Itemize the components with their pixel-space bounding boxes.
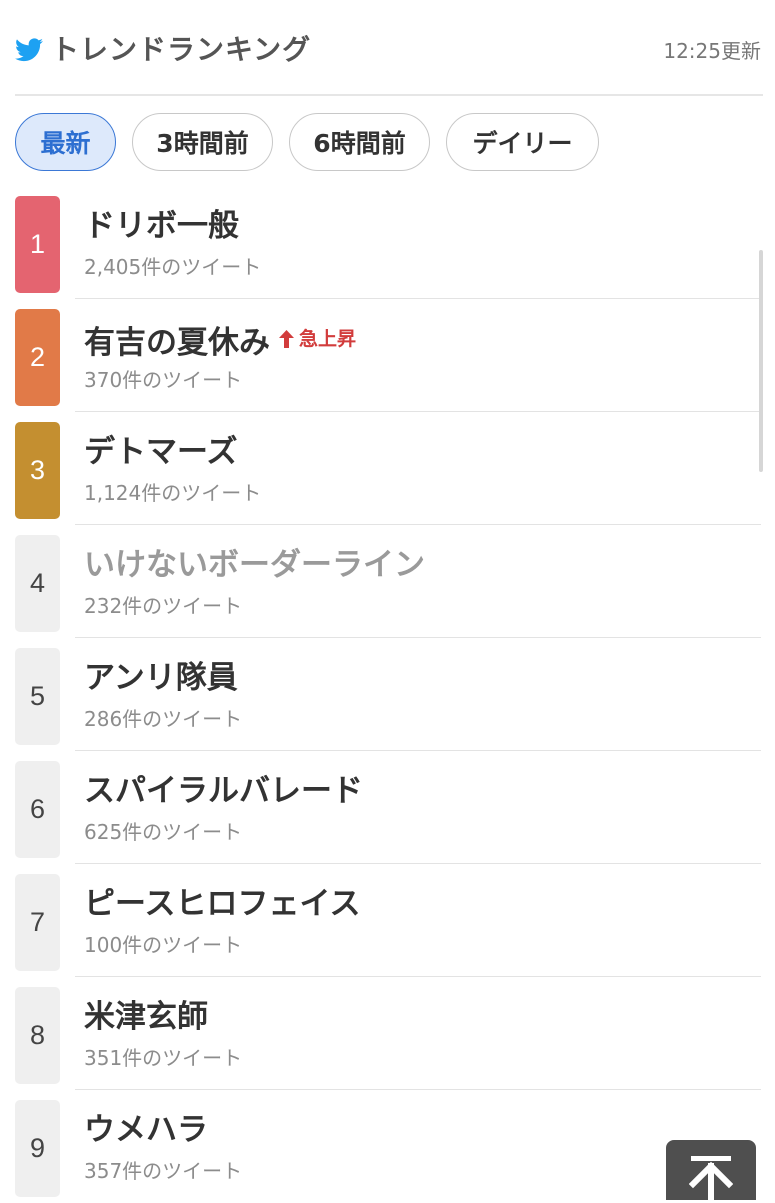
rank-badge: 9 [15,1100,60,1197]
rank-badge: 5 [15,648,60,745]
header: トレンドランキング 12:25更新 [15,0,763,96]
trend-name: 有吉の夏休み [84,325,270,361]
surge-badge: 急上昇 [278,317,356,361]
tweet-count: 351件のツイート [84,1046,243,1070]
tweet-count: 625件のツイート [84,820,243,844]
scroll-to-top-button[interactable] [666,1140,756,1200]
tweet-count: 100件のツイート [84,933,243,957]
tweet-count: 286件のツイート [84,707,243,731]
trend-row[interactable]: 8 米津玄師 351件のツイート [0,977,775,1090]
rank-badge: 8 [15,987,60,1084]
trend-name: ウメハラ [84,1112,208,1148]
trend-row[interactable]: 9 ウメハラ 357件のツイート [0,1090,775,1203]
rank-badge: 7 [15,874,60,971]
tweet-count: 232件のツイート [84,594,243,618]
trend-list: 1 ドリボ一般 2,405件のツイート 2 有吉の夏休み 急上昇 370件のツイー… [0,186,775,1203]
trend-row[interactable]: 3 デトマーズ 1,124件のツイート [0,412,775,525]
trend-name: アンリ隊員 [84,660,238,696]
tab-latest[interactable]: 最新 [15,113,116,171]
tab-daily[interactable]: デイリー [446,113,599,171]
page-title: トレンドランキング [51,33,312,66]
rank-badge: 1 [15,196,60,293]
tab-6-hours-ago[interactable]: 6時間前 [289,113,430,171]
trend-name: デトマーズ [84,434,238,470]
tab-3-hours-ago[interactable]: 3時間前 [132,113,273,171]
trend-name-line: 有吉の夏休み 急上昇 [84,317,356,365]
trend-row[interactable]: 7 ピースヒロフェイス 100件のツイート [0,864,775,977]
surge-label: 急上昇 [299,328,357,350]
rising-arrow-icon [279,330,294,348]
trend-name: いけないボーダーライン [84,547,425,583]
rank-badge: 6 [15,761,60,858]
trend-row[interactable]: 4 いけないボーダーライン 232件のツイート [0,525,775,638]
arrow-up-to-top-icon [689,1156,733,1200]
tweet-count: 1,124件のツイート [84,481,262,505]
tweet-count: 2,405件のツイート [84,255,262,279]
scrollbar[interactable] [759,250,763,472]
tweet-count: 357件のツイート [84,1159,243,1183]
trend-name: スパイラルバレード [84,773,363,809]
time-range-tabs: 最新 3時間前 6時間前 デイリー [15,113,599,171]
updated-time: 12:25更新 [663,39,761,63]
trend-name: ドリボ一般 [84,208,239,244]
rank-badge: 3 [15,422,60,519]
trend-name: 米津玄師 [84,999,208,1035]
rank-badge: 4 [15,535,60,632]
twitter-bird-icon [15,38,43,62]
trend-name: ピースヒロフェイス [84,886,361,922]
trend-row[interactable]: 1 ドリボ一般 2,405件のツイート [0,186,775,299]
tweet-count: 370件のツイート [84,368,243,392]
trend-row[interactable]: 2 有吉の夏休み 急上昇 370件のツイート [0,299,775,412]
rank-badge: 2 [15,309,60,406]
trend-row[interactable]: 6 スパイラルバレード 625件のツイート [0,751,775,864]
trend-row[interactable]: 5 アンリ隊員 286件のツイート [0,638,775,751]
